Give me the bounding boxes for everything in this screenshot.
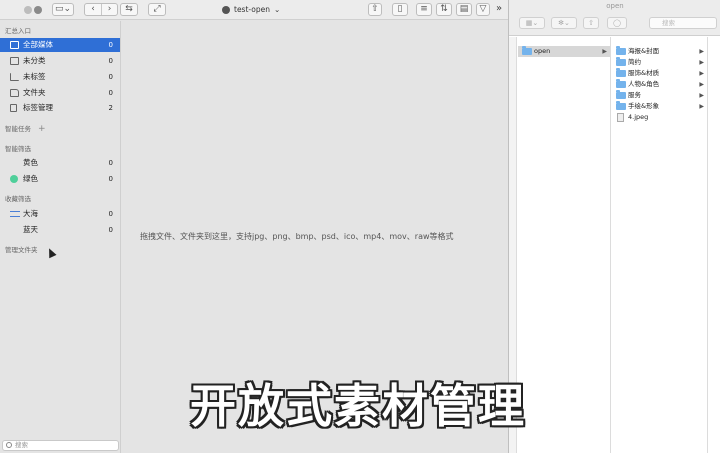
- finder-title: open: [509, 0, 720, 12]
- count-badge: 0: [108, 226, 113, 234]
- library-name: test-open: [234, 5, 270, 14]
- folder-icon: [616, 90, 626, 99]
- finder-row-file[interactable]: 4.jpeg: [612, 112, 707, 123]
- view-toggle-button[interactable]: ▭⌄: [52, 3, 74, 16]
- expand-button[interactable]: ⤢: [148, 3, 166, 16]
- more-button[interactable]: »: [496, 3, 502, 14]
- finder-window: open ▦⌄ ✻⌄ ⇧ ◯ 搜索 open ▶ 海报&封面 ▶ 简约 ▶ 服饰…: [508, 0, 720, 453]
- back-button[interactable]: ‹: [85, 4, 101, 15]
- finder-row-folder[interactable]: 服饰&材质 ▶: [612, 68, 707, 79]
- delete-button[interactable]: ▯: [392, 3, 408, 16]
- chevron-right-icon: ▶: [699, 59, 704, 66]
- count-badge: 0: [108, 41, 113, 49]
- history-nav: ‹ ›: [84, 3, 118, 16]
- section-favorites: 收藏筛选: [5, 195, 31, 203]
- gear-icon[interactable]: ✻⌄: [551, 17, 577, 29]
- sidebar-item-untagged[interactable]: 未标签 0: [0, 70, 120, 84]
- green-dot-icon: [10, 175, 18, 183]
- app-icon: [222, 6, 230, 14]
- forward-button[interactable]: ›: [101, 4, 117, 15]
- folder-icon: [616, 68, 626, 77]
- count-badge: 0: [108, 57, 113, 65]
- screen: ▭⌄ ‹ › ⇆ ⤢ test-open ⌄ ⇧ ▯ ≡ ⇅ ▤ ▽ » 汇总入…: [0, 0, 720, 453]
- video-caption: 开放式素材管理: [190, 379, 526, 433]
- folder-icon: [616, 101, 626, 110]
- folder-icon: [522, 46, 532, 55]
- media-icon: [10, 41, 19, 49]
- folder-icon: [616, 46, 626, 55]
- finder-row-open[interactable]: open ▶: [518, 46, 610, 57]
- window-control-icon[interactable]: [24, 6, 32, 14]
- filter-button[interactable]: ▽: [476, 3, 490, 16]
- count-badge: 0: [108, 73, 113, 81]
- drop-hint-text: 拖拽文件、文件夹到这里，支持jpg、png、bmp、psd、ico、mp4、mo…: [140, 232, 454, 241]
- sidebar-item-folders[interactable]: 文件夹 0: [0, 86, 120, 100]
- sidebar-item-favorite-sea[interactable]: 大海 0: [0, 207, 120, 221]
- chevron-right-icon: ▶: [699, 48, 704, 55]
- sort-button[interactable]: ⇅: [436, 3, 452, 16]
- sidebar-item-filter-yellow[interactable]: 黄色 0: [0, 156, 120, 170]
- sidebar-search-input[interactable]: 搜索: [2, 440, 119, 451]
- sidebar-item-filter-green[interactable]: 绿色 0: [0, 172, 120, 186]
- section-quick-access: 汇总入口: [5, 27, 31, 35]
- finder-column-2: 海报&封面 ▶ 简约 ▶ 服饰&材质 ▶ 人物&角色 ▶ 服务 ▶ 手绘&形象 …: [612, 37, 708, 453]
- window-control-icon[interactable]: [34, 6, 42, 14]
- count-badge: 0: [108, 159, 113, 167]
- sidebar-item-tag-management[interactable]: 标签管理 2: [0, 101, 120, 115]
- finder-row-folder[interactable]: 人物&角色 ▶: [612, 79, 707, 90]
- waves-icon: [10, 211, 20, 217]
- section-smart-tasks: 智能任务: [5, 125, 31, 133]
- search-icon: [6, 442, 12, 448]
- window-title[interactable]: test-open ⌄: [222, 4, 280, 16]
- count-badge: 2: [108, 104, 113, 112]
- sidebar-item-favorite-sky[interactable]: 蓝天 0: [0, 223, 120, 237]
- sidebar-item-uncategorized[interactable]: 未分类 0: [0, 54, 120, 68]
- sidebar: 汇总入口 全部媒体 0 未分类 0 未标签 0 文件夹 0 标签管理 2 智能任…: [0, 21, 121, 453]
- finder-row-folder[interactable]: 海报&封面 ▶: [612, 46, 707, 57]
- folder-icon: [616, 57, 626, 66]
- finder-search-input[interactable]: 搜索: [649, 17, 717, 29]
- image-file-icon: [617, 113, 624, 122]
- app-toolbar: ▭⌄ ‹ › ⇆ ⤢ test-open ⌄ ⇧ ▯ ≡ ⇅ ▤ ▽ »: [0, 0, 508, 20]
- sidebar-item-all-media[interactable]: 全部媒体 0: [0, 38, 120, 52]
- count-badge: 0: [108, 175, 113, 183]
- list-view-button[interactable]: ≡: [416, 3, 432, 16]
- tag-icon: [10, 104, 17, 112]
- tag-button[interactable]: ◯: [607, 17, 627, 29]
- add-smart-task-button[interactable]: +: [38, 125, 46, 134]
- count-badge: 0: [108, 89, 113, 97]
- view-mode-button[interactable]: ▦⌄: [519, 17, 545, 29]
- chevron-right-icon: ▶: [699, 70, 704, 77]
- folder-icon: [616, 79, 626, 88]
- finder-column-1: open ▶: [518, 37, 611, 453]
- chevron-right-icon: ▶: [602, 48, 607, 55]
- section-manage-folders[interactable]: 管理文件夹: [5, 246, 38, 255]
- count-badge: 0: [108, 210, 113, 218]
- chevron-right-icon: ▶: [699, 81, 704, 88]
- untagged-icon: [10, 73, 19, 81]
- share-button[interactable]: ⇧: [368, 3, 382, 16]
- sidebar-toggle-button[interactable]: ⇆: [120, 3, 138, 16]
- section-smart-filter: 智能筛选: [5, 145, 31, 153]
- inspector-button[interactable]: ▤: [456, 3, 472, 16]
- finder-row-folder[interactable]: 服务 ▶: [612, 90, 707, 101]
- chevron-right-icon: ▶: [699, 103, 704, 110]
- chevron-right-icon: ▶: [699, 92, 704, 99]
- uncategorized-icon: [10, 57, 19, 65]
- folder-icon: [10, 89, 19, 97]
- share-icon[interactable]: ⇧: [583, 17, 599, 29]
- chevron-down-icon: ⌄: [273, 5, 281, 14]
- finder-row-folder[interactable]: 手绘&形象 ▶: [612, 101, 707, 112]
- finder-column-3: [709, 37, 720, 453]
- finder-row-folder[interactable]: 简约 ▶: [612, 57, 707, 68]
- finder-toolbar: ▦⌄ ✻⌄ ⇧ ◯ 搜索: [509, 12, 720, 36]
